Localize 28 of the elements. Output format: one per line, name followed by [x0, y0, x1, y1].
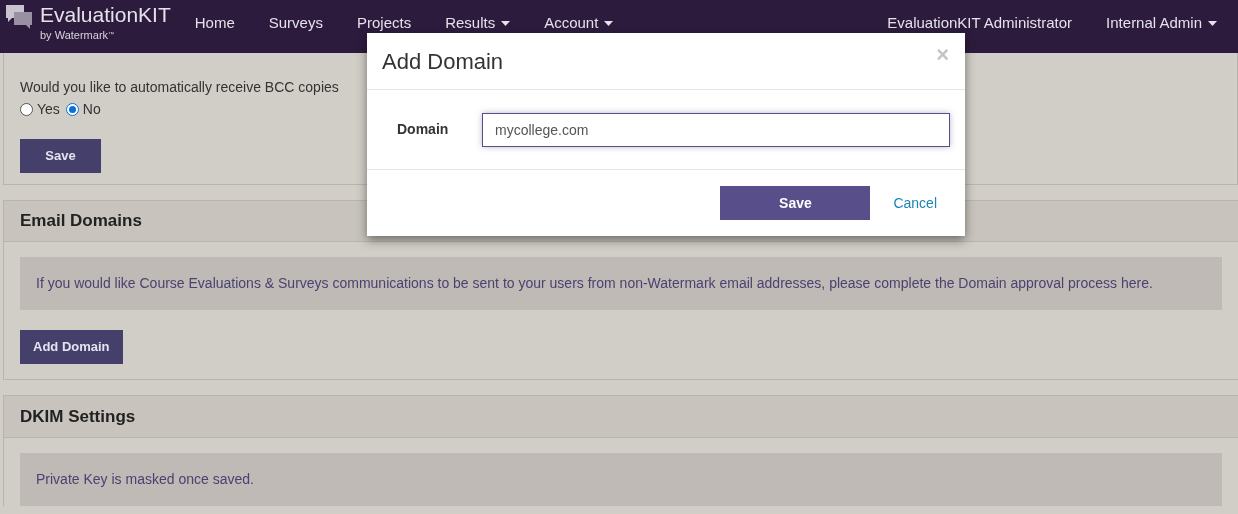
caret-icon [1208, 20, 1217, 26]
dialog-title: Add Domain [382, 47, 504, 76]
section-title: Email Domains [20, 210, 142, 233]
field-label: Domain [396, 120, 450, 139]
caret-icon [501, 20, 511, 26]
add-domain-button[interactable]: Add Domain [20, 330, 123, 364]
nav-link[interactable]: Results [428, 11, 528, 35]
brand-name[interactable]: EvaluationKIT [40, 2, 171, 28]
radio-label: No [82, 100, 101, 119]
radio-label: Yes [37, 100, 60, 119]
nav-link[interactable]: Home [177, 11, 252, 35]
nav-link[interactable]: Surveys [251, 11, 340, 35]
notice-text: If you would like Course Evaluations & Surveys communications to be sent to your users from non-Watermark email addresses, please complete the Domain approval process here. [36, 274, 1153, 293]
radio-button[interactable] [65, 103, 79, 116]
bcc-question: Would you like to automatically receive BCC copies [20, 78, 340, 96]
domain-field[interactable]: mycollege.com [482, 112, 950, 147]
nav-link[interactable]: Internal Admin [1089, 11, 1234, 35]
brand-subtitle: by Watermark$^{™}$ [40, 28, 116, 42]
radio-button[interactable] [20, 103, 33, 116]
nav-link[interactable]: Projects [339, 11, 429, 35]
section-title: DKIM Settings [20, 405, 136, 428]
save-button[interactable]: Save [20, 139, 101, 173]
caret-icon [604, 20, 614, 26]
notice-text: Private Key is masked once saved. [36, 470, 254, 489]
nav-link[interactable]: Account [527, 11, 631, 35]
save-button[interactable]: Save [720, 186, 871, 220]
cancel-link[interactable]: Cancel [893, 192, 937, 214]
nav-link[interactable]: EvaluationKIT Administrator [870, 11, 1090, 35]
